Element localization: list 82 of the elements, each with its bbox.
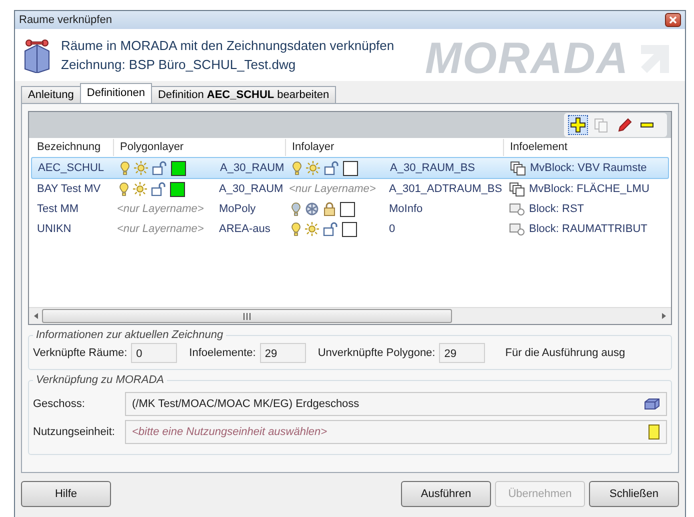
layer-hint: <nur Layername> xyxy=(116,202,205,217)
table-cell-text: MoPoly xyxy=(218,202,257,217)
snowflake-icon[interactable] xyxy=(305,202,319,216)
table-cell-text: A_30_RAUM_BS xyxy=(389,161,476,176)
group-title: Verknüpfung zu MORADA xyxy=(35,374,165,386)
sun-icon[interactable] xyxy=(305,222,319,236)
close-icon xyxy=(669,16,677,24)
table-cell-text: A_301_ADTRAUM_BS xyxy=(388,182,503,197)
lightbulb-icon[interactable] xyxy=(120,160,130,176)
table-row[interactable]: UNIKN <nur Layername> AREA-aus 0 Block: RAUMATTRIBUT xyxy=(31,219,669,239)
count-field: 29 xyxy=(439,343,486,363)
table-cell-text: MvBlock: FLÄCHE_LMU xyxy=(529,182,650,197)
table-cell-text: BAY Test MV xyxy=(36,182,102,197)
scroll-right-icon[interactable] xyxy=(660,312,668,320)
count-field: 0 xyxy=(131,343,178,363)
tab[interactable]: Definitionen xyxy=(80,83,152,103)
column-header[interactable]: Infolayer xyxy=(285,139,503,156)
header-title: Räume in MORADA mit den Zeichnungsdaten verknüpfen xyxy=(61,37,394,55)
box-icon[interactable] xyxy=(644,398,660,410)
info-note: Für die Ausführung ausg xyxy=(505,347,626,359)
table-cell-text: MoInfo xyxy=(388,202,424,217)
block-stack-icon xyxy=(510,160,526,176)
field-label: Unverknüpfte Polygone: xyxy=(318,347,436,359)
column-header[interactable]: Infoelement xyxy=(503,139,653,156)
tab[interactable]: Definition AEC_SCHUL bearbeiten xyxy=(150,86,336,103)
open-lock-icon[interactable] xyxy=(151,182,166,196)
table-cell-text: Test MM xyxy=(36,202,80,217)
table-cell-text: Block: RAUMATTRIBUT xyxy=(529,222,648,237)
color-swatch[interactable] xyxy=(171,160,186,176)
dialog-button[interactable]: Schließen xyxy=(589,481,679,507)
table-row[interactable]: AEC_SCHUL A_30_RAUM A_30_RAUM_BS MvBlock: VBV Raumste xyxy=(31,157,669,179)
window-title: Raume verknüpfen xyxy=(19,14,112,26)
scroll-left-icon[interactable] xyxy=(32,312,40,320)
layer-hint: <nur Layername> xyxy=(116,222,205,237)
dialog-button[interactable]: Hilfe xyxy=(21,481,111,507)
sun-icon[interactable] xyxy=(306,161,320,175)
open-lock-icon[interactable] xyxy=(323,222,338,236)
color-swatch[interactable] xyxy=(340,202,355,216)
table-cell-text: A_30_RAUM xyxy=(219,161,286,176)
field-label: Infoelemente: xyxy=(189,347,256,359)
table-cell-text: Block: RST xyxy=(529,202,584,217)
select-field[interactable]: (/MK Test/MOAC/MOAC MK/EG) Erdgeschoss xyxy=(125,392,667,416)
note-icon[interactable] xyxy=(648,424,660,440)
group-title: Informationen zur aktuellen Zeichnung xyxy=(35,329,224,341)
horizontal-scrollbar[interactable] xyxy=(29,307,671,324)
grip-icon[interactable] xyxy=(243,312,251,320)
sun-icon[interactable] xyxy=(134,161,148,175)
add-icon[interactable] xyxy=(568,115,588,135)
lightbulb-icon[interactable] xyxy=(119,182,129,196)
table-cell-text: MvBlock: VBV Raumste xyxy=(530,161,647,176)
select-field[interactable]: <bitte eine Nutzungseinheit auswählen> xyxy=(125,420,667,444)
lightbulb-icon[interactable] xyxy=(291,222,301,236)
lock-icon[interactable] xyxy=(323,202,336,216)
table-row[interactable]: Test MM <nur Layername> MoPoly MoInfo Block: RST xyxy=(31,199,669,219)
table-cell-text: A_30_RAUM xyxy=(218,182,284,197)
lightbulb-icon[interactable] xyxy=(291,202,301,216)
table-cell-text: UNIKN xyxy=(36,222,72,237)
lightbulb-icon[interactable] xyxy=(292,160,302,176)
table-row[interactable]: BAY Test MV A_30_RAUM <nur Layername> A_301_ADTRAUM_BS MvBlock: FLÄCHE_LMU xyxy=(31,179,669,199)
color-swatch[interactable] xyxy=(170,182,185,196)
color-swatch[interactable] xyxy=(342,222,357,236)
table-cell-text: 0 xyxy=(388,222,396,237)
block-stack-icon xyxy=(509,182,525,196)
tab[interactable]: Anleitung xyxy=(21,86,81,103)
column-header[interactable]: Bezeichnung xyxy=(31,139,113,156)
drawing-name: Zeichnung: BSP Büro_SCHUL_Test.dwg xyxy=(61,56,297,74)
layer-hint: <nur Layername> xyxy=(288,182,377,197)
field-label: Nutzungseinheit: xyxy=(33,426,116,438)
table-cell-text: AEC_SCHUL xyxy=(37,161,106,176)
column-header[interactable]: Polygonlayer xyxy=(113,139,285,156)
count-field: 29 xyxy=(260,343,306,363)
color-swatch[interactable] xyxy=(343,160,358,176)
field-label: Geschoss: xyxy=(33,398,86,410)
close-button[interactable] xyxy=(665,13,681,27)
field-label: Verknüpfte Räume: xyxy=(33,347,128,359)
open-lock-icon[interactable] xyxy=(324,161,339,175)
block-icon xyxy=(509,202,525,216)
dialog-button[interactable]: Ausführen xyxy=(401,481,491,507)
block-icon xyxy=(509,222,525,236)
sun-icon[interactable] xyxy=(133,182,147,196)
table-cell-text: AREA-aus xyxy=(218,222,272,237)
open-lock-icon[interactable] xyxy=(152,161,167,175)
